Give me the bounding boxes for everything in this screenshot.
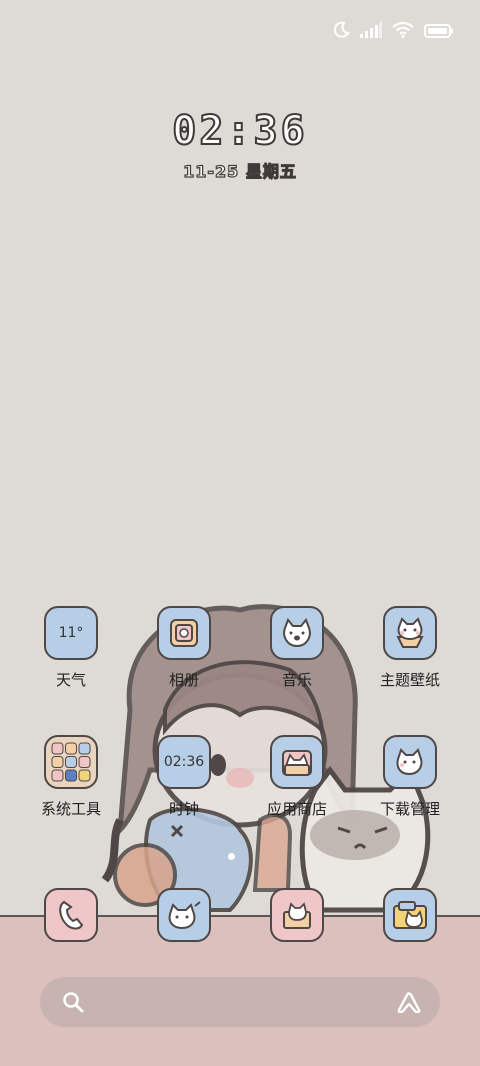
weather-temperature: 11° [58, 625, 84, 641]
app-label: 系统工具 [40, 800, 101, 818]
status-bar [332, 18, 454, 46]
page-indicator [228, 853, 235, 860]
search-bar[interactable] [40, 977, 440, 1027]
app-label: 相册 [168, 671, 199, 689]
app-label: 下载管理 [379, 800, 440, 818]
themes-icon[interactable] [383, 606, 437, 660]
app-label: 天气 [55, 671, 86, 689]
app-themes[interactable]: 主题壁纸 [360, 606, 460, 690]
files-icon[interactable] [383, 888, 437, 942]
clock-tile-time: 02:36 [163, 754, 205, 770]
system-tools-folder-icon[interactable] [44, 735, 98, 789]
folder-system-tools[interactable]: 系统工具 [21, 735, 121, 819]
battery-icon [424, 23, 454, 42]
moon-icon [332, 21, 350, 43]
clock-icon[interactable]: 02:36 [157, 735, 211, 789]
weather-icon[interactable]: 11° [44, 606, 98, 660]
dock-messages[interactable] [134, 888, 234, 942]
dock-files[interactable] [360, 888, 460, 942]
app-label: 主题壁纸 [379, 671, 440, 689]
messages-icon[interactable] [157, 888, 211, 942]
mail-icon[interactable] [270, 888, 324, 942]
app-gallery[interactable]: 相册 [134, 606, 234, 690]
clock-widget-date[interactable]: 11-25 星期五 [0, 158, 480, 182]
app-music[interactable]: 音乐 [247, 606, 347, 690]
app-label: 时钟 [168, 800, 199, 818]
home-screen: 02:36 11-25 星期五 11° 天气 相册 音乐 主题壁纸 系统工具 0… [0, 0, 480, 1066]
music-icon[interactable] [270, 606, 324, 660]
app-clock[interactable]: 02:36 时钟 [134, 735, 234, 819]
app-weather[interactable]: 11° 天气 [21, 606, 121, 690]
assistant-icon[interactable] [396, 991, 422, 1017]
gallery-icon[interactable] [157, 606, 211, 660]
dock-phone[interactable] [21, 888, 121, 942]
app-label: 应用商店 [266, 800, 327, 818]
app-store-icon[interactable] [270, 735, 324, 789]
app-downloads[interactable]: 下载管理 [360, 735, 460, 819]
signal-icon [360, 22, 382, 42]
wifi-icon [392, 21, 414, 42]
dock-mail[interactable] [247, 888, 347, 942]
app-store[interactable]: 应用商店 [247, 735, 347, 819]
phone-icon[interactable] [44, 888, 98, 942]
downloads-icon[interactable] [383, 735, 437, 789]
search-icon[interactable] [62, 991, 84, 1017]
app-label: 音乐 [281, 671, 312, 689]
clock-widget-time[interactable]: 02:36 [0, 107, 480, 155]
